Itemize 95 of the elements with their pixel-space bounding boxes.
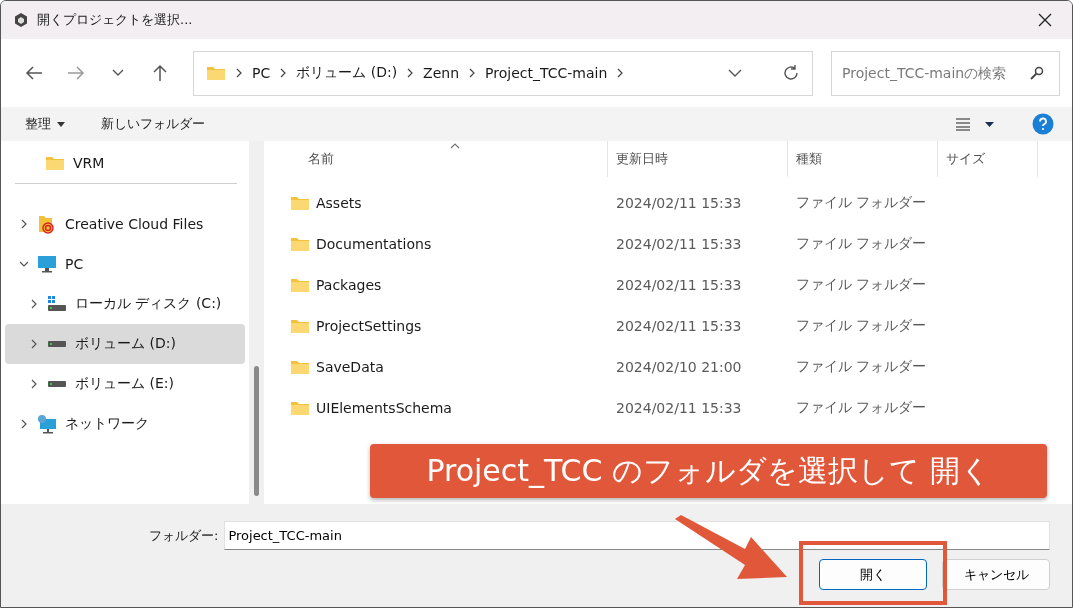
app-logo-icon	[13, 12, 29, 28]
chevron-icon[interactable]	[29, 379, 39, 389]
file-name: Assets	[316, 194, 362, 211]
cloud-folder-icon	[37, 214, 57, 234]
chevron-icon[interactable]	[19, 219, 29, 229]
tree-item-label: PC	[65, 256, 84, 272]
column-header[interactable]: 名前	[290, 141, 608, 177]
sort-caret-icon	[450, 143, 460, 149]
tree-item[interactable]: ボリューム (E:)	[5, 364, 245, 404]
file-row[interactable]: Documentations 2024/02/11 15:33 ファイル フォルダー	[290, 218, 1072, 259]
chevron-icon	[407, 68, 414, 78]
file-name: Documentations	[316, 235, 432, 252]
system-drive-icon	[47, 295, 67, 313]
search-icon	[1030, 65, 1044, 80]
chevron-icon	[617, 68, 624, 78]
drive-icon	[47, 340, 67, 348]
modified-date: 2024/02/11 15:33	[615, 399, 743, 416]
file-type: ファイル フォルダー	[795, 193, 928, 212]
folder-icon	[290, 317, 310, 334]
cancel-button[interactable]: キャンセル	[942, 559, 1050, 590]
tree-item-label: ローカル ディスク (C:)	[75, 295, 222, 313]
up-arrow-icon	[152, 64, 168, 82]
tree-item[interactable]: Creative Cloud Files	[5, 204, 245, 244]
file-type: ファイル フォルダー	[795, 398, 928, 417]
file-row[interactable]: Packages 2024/02/11 15:33 ファイル フォルダー	[290, 259, 1072, 300]
folder-icon	[290, 358, 310, 375]
file-row[interactable]: UIElementsSchema 2024/02/11 15:33 ファイル フォルダー	[290, 382, 1072, 423]
tree-item[interactable]: ローカル ディスク (C:)	[5, 284, 245, 324]
folder-icon	[290, 194, 310, 211]
file-row[interactable]: Assets 2024/02/11 15:33 ファイル フォルダー	[290, 177, 1072, 218]
folder-label: フォルダー:	[149, 526, 219, 545]
monitor-icon	[37, 255, 57, 273]
breadcrumb-item[interactable]: Zenn	[423, 65, 460, 81]
column-header[interactable]: サイズ	[938, 141, 1038, 177]
chevron-icon[interactable]	[29, 339, 39, 349]
modified-date: 2024/02/11 15:33	[615, 317, 743, 334]
file-row[interactable]: SaveData 2024/02/10 21:00 ファイル フォルダー	[290, 341, 1072, 382]
refresh-icon[interactable]	[782, 64, 800, 82]
modified-date: 2024/02/11 15:33	[615, 235, 743, 252]
chevron-icon	[236, 68, 242, 78]
folder-icon	[290, 276, 310, 293]
file-name: Packages	[316, 276, 382, 293]
new-folder-button[interactable]: 新しいフォルダー	[101, 115, 205, 133]
file-name: SaveData	[316, 358, 384, 375]
folder-name-field[interactable]: Project_TCC-main	[224, 521, 1050, 550]
organize-button[interactable]: 整理	[25, 115, 65, 133]
chevron-icon[interactable]	[29, 299, 39, 309]
window-title: 開くプロジェクトを選択...	[37, 11, 194, 29]
help-icon[interactable]	[1032, 113, 1054, 135]
chevron-icon	[469, 68, 476, 78]
file-name: UIElementsSchema	[316, 399, 452, 416]
search-field[interactable]: Project_TCC-mainの検索	[831, 50, 1060, 96]
file-type: ファイル フォルダー	[795, 357, 928, 376]
drive-icon	[47, 380, 67, 388]
breadcrumb-item[interactable]: ボリューム (D:)	[296, 64, 398, 82]
dropdown-caret-icon[interactable]	[985, 121, 994, 127]
folder-icon	[45, 155, 65, 171]
folder-icon	[290, 399, 310, 416]
folder-icon	[290, 235, 310, 252]
tree-item[interactable]: VRM	[5, 143, 245, 183]
file-type: ファイル フォルダー	[795, 234, 928, 253]
modified-date: 2024/02/10 21:00	[615, 358, 743, 375]
file-row[interactable]: ProjectSettings 2024/02/11 15:33 ファイル フォルダー	[290, 300, 1072, 341]
tree-item-label: ボリューム (D:)	[75, 335, 176, 353]
dropdown-caret-icon[interactable]	[728, 69, 742, 77]
caret-icon	[57, 121, 65, 127]
chevron-icon[interactable]	[19, 259, 29, 269]
folder-icon	[206, 65, 226, 81]
network-icon	[37, 414, 57, 434]
tree-item[interactable]: ボリューム (D:)	[5, 324, 245, 364]
right-arrow-icon	[67, 65, 85, 81]
tree-item[interactable]: ネットワーク	[5, 404, 245, 444]
chevron-icon	[280, 68, 287, 78]
left-arrow-icon	[25, 65, 43, 81]
file-type: ファイル フォルダー	[795, 275, 928, 294]
breadcrumb-item[interactable]: PC	[252, 65, 271, 81]
column-header[interactable]: 種類	[788, 141, 938, 177]
modified-date: 2024/02/11 15:33	[615, 276, 743, 293]
open-button[interactable]: 開く	[819, 559, 927, 590]
view-list-icon[interactable]	[955, 117, 971, 131]
tree-item[interactable]: PC	[5, 244, 245, 284]
chevron-icon[interactable]	[19, 419, 29, 429]
tree-item-label: VRM	[73, 155, 105, 171]
file-name: ProjectSettings	[316, 317, 422, 334]
tree-item-label: Creative Cloud Files	[65, 216, 204, 232]
tree-item-label: ネットワーク	[65, 415, 149, 433]
address-bar[interactable]: PC ボリューム (D:) Zenn Project_TCC-main	[193, 50, 813, 96]
tree-item-label: ボリューム (E:)	[75, 375, 174, 393]
breadcrumb-item[interactable]: Project_TCC-main	[485, 65, 608, 81]
column-header[interactable]: 更新日時	[608, 141, 788, 177]
chevron-down-icon	[112, 69, 124, 77]
modified-date: 2024/02/11 15:33	[615, 194, 743, 211]
close-icon	[1038, 13, 1052, 27]
annotation-callout: Project_TCC のフォルダを選択して 開く	[370, 444, 1047, 498]
file-type: ファイル フォルダー	[795, 316, 928, 335]
